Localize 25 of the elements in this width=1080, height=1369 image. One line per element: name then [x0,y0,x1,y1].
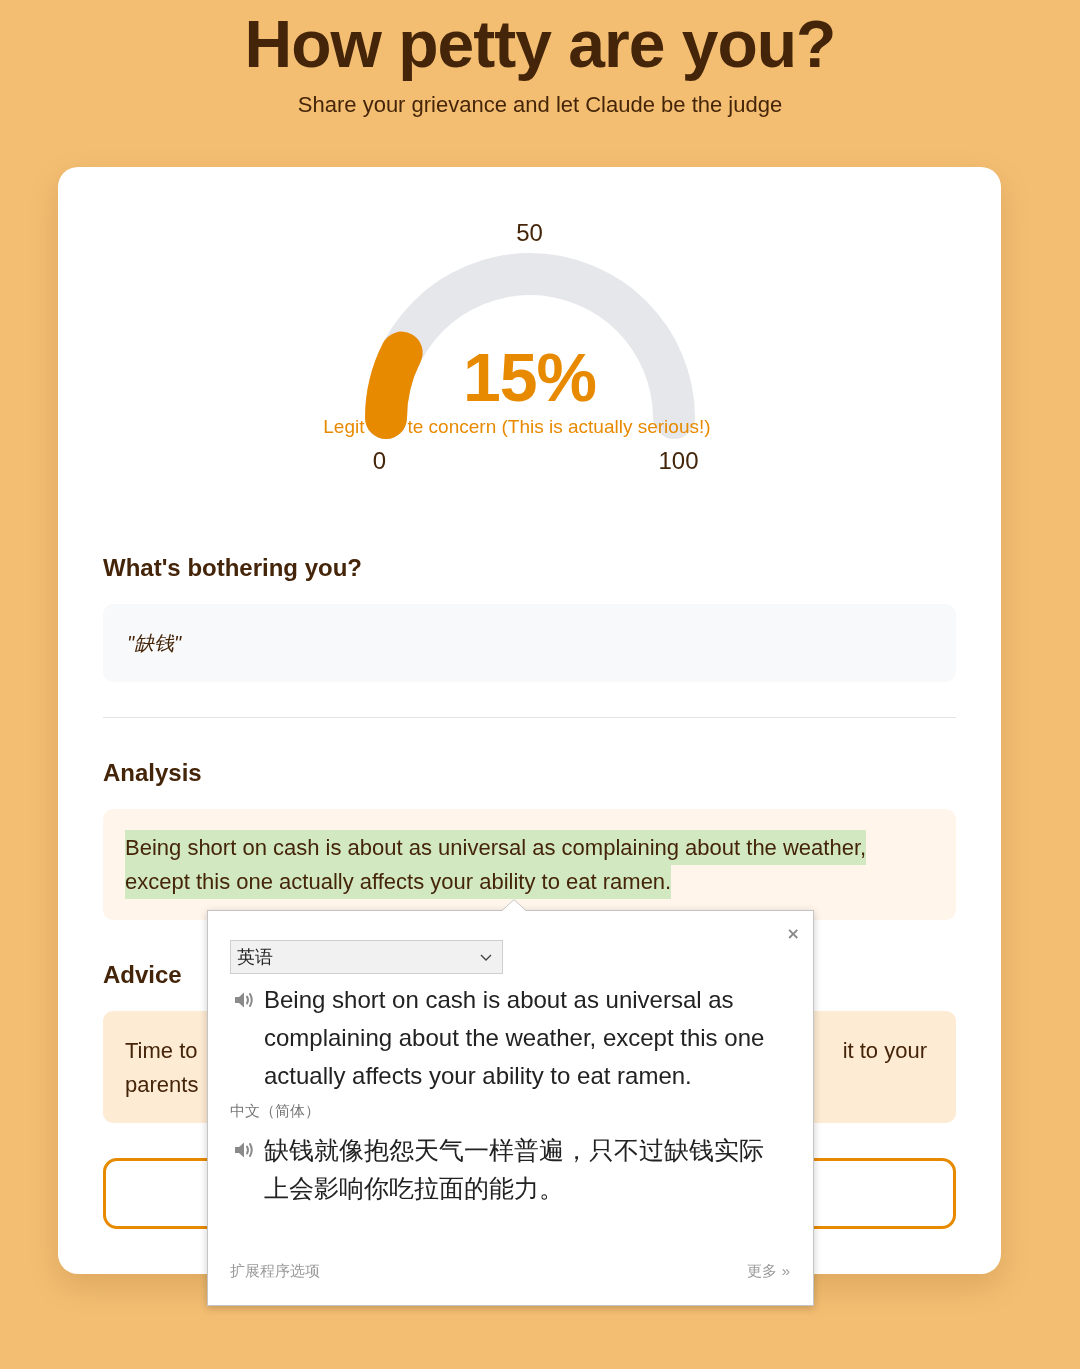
gauge-min-label: 0 [372,447,387,475]
translated-text: 缺钱就像抱怨天气一样普遍，只不过缺钱实际上会影响你吃拉面的能力。 [264,1135,765,1204]
section-heading: Analysis [103,758,202,788]
speaker-icon[interactable] [234,1141,254,1159]
advice-text: it to your [842,1037,927,1065]
advice-text: parents [125,1071,199,1099]
extension-options-link[interactable]: 扩展程序选项 [230,1261,320,1281]
grievance-quote: "缺钱" [127,630,182,656]
page-title: How petty are you? [244,8,836,81]
verdict-text: te concern (This is actually serious!) [407,416,711,438]
gauge-max-label: 100 [658,447,699,475]
section-heading: Advice [103,960,182,990]
speaker-icon[interactable] [234,991,254,1009]
section-heading: What's bothering you? [103,553,363,583]
target-language-label: 中文（简体） [230,1101,320,1121]
chevron-down-icon [480,953,492,961]
more-link[interactable]: 更多 » [747,1261,790,1281]
page-subtitle: Share your grievance and let Claude be the judge [297,92,783,118]
language-select[interactable]: 英语 [230,940,503,974]
verdict-text: Legit [323,416,365,438]
close-button[interactable]: × [783,926,803,942]
advice-text: Time to [125,1037,198,1065]
source-text: Being short on cash is about as universal as complaining about the weather, except this one actually affects your ability to eat ramen. [264,985,766,1091]
gauge-mid-label: 50 [516,219,543,247]
gauge-score: 15% [462,341,597,413]
